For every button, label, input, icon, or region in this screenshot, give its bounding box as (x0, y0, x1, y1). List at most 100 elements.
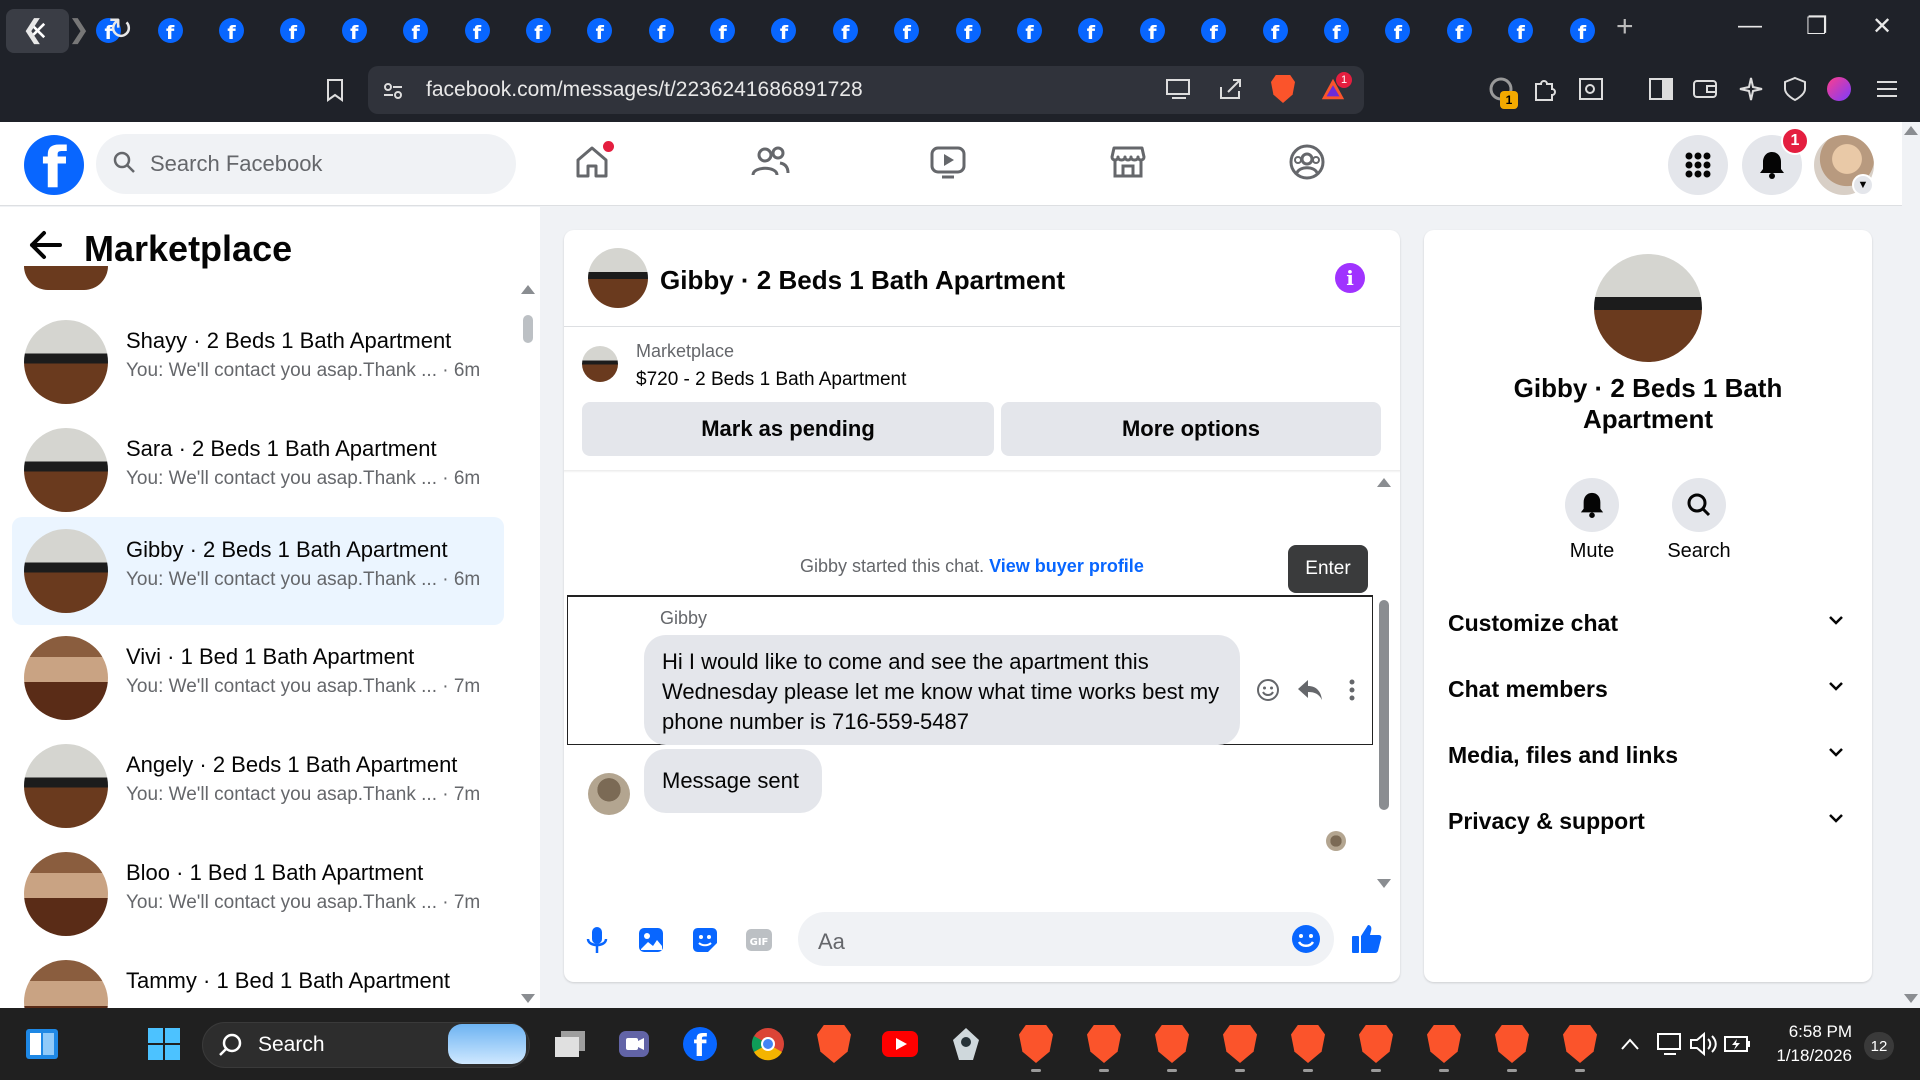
browser-tab[interactable]: f (692, 0, 753, 60)
microphone-icon[interactable] (582, 925, 612, 955)
forward-button[interactable]: ❯ (68, 14, 90, 45)
view-buyer-profile-link[interactable]: View buyer profile (989, 556, 1144, 576)
search-conversation-button[interactable] (1672, 478, 1726, 532)
extensions-puzzle-icon[interactable] (1532, 76, 1558, 102)
menu-grid-button[interactable] (1668, 135, 1728, 195)
share-icon[interactable] (1218, 76, 1244, 102)
message-bubble[interactable]: Hi I would like to come and see the apar… (644, 635, 1240, 745)
minimize-button[interactable]: — (1738, 12, 1762, 40)
chevron-down-icon[interactable]: ▼ (1852, 174, 1874, 196)
browser-tab[interactable]: f (139, 0, 200, 60)
scrollbar-thumb[interactable] (523, 315, 533, 343)
youtube-icon[interactable] (880, 1024, 920, 1064)
info-icon[interactable]: i (1335, 263, 1365, 293)
browser-tab[interactable]: f (631, 0, 692, 60)
browser-tab[interactable]: f (1244, 0, 1305, 60)
brave-window-icon[interactable] (1152, 1024, 1192, 1064)
brave-window-icon[interactable] (1356, 1024, 1396, 1064)
emoji-icon[interactable] (1290, 923, 1320, 953)
scroll-up-arrow[interactable] (521, 285, 535, 294)
browser-tab[interactable]: f (1429, 0, 1490, 60)
battery-icon[interactable] (1718, 1024, 1758, 1064)
brave-window-icon[interactable] (1084, 1024, 1124, 1064)
gif-icon[interactable]: GIF (744, 925, 774, 955)
browser-tab[interactable]: f (1122, 0, 1183, 60)
start-icon[interactable] (144, 1024, 184, 1064)
marketplace-icon[interactable] (1108, 142, 1148, 182)
facebook-app-icon[interactable]: f (680, 1024, 720, 1064)
scroll-down-arrow[interactable] (521, 994, 535, 1003)
chat-scroll-down-arrow[interactable] (1377, 879, 1391, 888)
chat-scrollbar-thumb[interactable] (1379, 600, 1389, 810)
browser-tab[interactable]: f (508, 0, 569, 60)
clock-date[interactable]: 1/18/2026 (1760, 1046, 1852, 1066)
brave-icon[interactable] (814, 1024, 854, 1064)
bookmark-icon[interactable] (322, 77, 348, 103)
conversation-item[interactable]: Angely · 2 Beds 1 Bath Apartment You: We'… (12, 732, 504, 840)
site-info-icon[interactable] (380, 78, 406, 104)
brave-window-icon[interactable] (1492, 1024, 1532, 1064)
task-view-icon[interactable] (550, 1024, 590, 1064)
conversation-item[interactable]: Sara · 2 Beds 1 Bath Apartment You: We'll… (12, 416, 504, 524)
browser-tab[interactable]: f (569, 0, 630, 60)
details-section-row[interactable]: Customize chat (1448, 604, 1848, 644)
browser-tab[interactable]: f (1183, 0, 1244, 60)
leo-ai-icon[interactable] (1738, 76, 1764, 102)
browser-tab[interactable]: f (876, 0, 937, 60)
brave-window-icon[interactable] (1560, 1024, 1600, 1064)
widgets-icon[interactable] (22, 1024, 62, 1064)
reply-icon[interactable] (1296, 676, 1324, 704)
new-tab-button[interactable]: + (1616, 10, 1634, 44)
browser-tab[interactable]: f (1306, 0, 1367, 60)
browser-tab[interactable]: f (262, 0, 323, 60)
browser-tab[interactable]: f (999, 0, 1060, 60)
brave-window-icon[interactable] (1220, 1024, 1260, 1064)
brave-window-icon[interactable] (1424, 1024, 1464, 1064)
video-icon[interactable] (928, 142, 968, 182)
browser-tab[interactable]: f (1060, 0, 1121, 60)
conversation-item[interactable]: Shayy · 2 Beds 1 Bath Apartment You: We'l… (12, 308, 504, 416)
sidebar-toggle-icon[interactable] (1648, 76, 1674, 102)
page-scroll-down-arrow[interactable] (1904, 994, 1918, 1003)
details-section-row[interactable]: Privacy & support (1448, 802, 1848, 842)
details-section-row[interactable]: Chat members (1448, 670, 1848, 710)
message-input[interactable] (798, 912, 1334, 966)
mark-as-pending-button[interactable]: Mark as pending (582, 402, 994, 456)
browser-tab[interactable]: f (753, 0, 814, 60)
brave-shields-icon[interactable] (1270, 75, 1296, 103)
reload-button[interactable]: ↻ (108, 12, 133, 47)
reader-mode-icon[interactable] (1578, 76, 1604, 102)
clock-time[interactable]: 6:58 PM (1770, 1022, 1852, 1042)
groups-icon[interactable] (1287, 142, 1327, 182)
close-window-button[interactable]: ✕ (1872, 12, 1892, 41)
chrome-icon[interactable] (748, 1024, 788, 1064)
page-scroll-up-arrow[interactable] (1904, 126, 1918, 135)
restore-button[interactable]: ❐ (1806, 12, 1828, 41)
browser-tab[interactable]: f (1490, 0, 1551, 60)
sender-avatar[interactable] (588, 773, 630, 815)
browser-tab[interactable]: f (385, 0, 446, 60)
conversation-item[interactable]: Vivi · 1 Bed 1 Bath Apartment You: We'll … (12, 624, 504, 732)
app-icon[interactable] (946, 1024, 986, 1064)
details-section-row[interactable]: Media, files and links (1448, 736, 1848, 776)
menu-icon[interactable] (1874, 76, 1900, 102)
facebook-logo[interactable]: f (24, 135, 84, 195)
mute-button[interactable] (1565, 478, 1619, 532)
conversation-item[interactable]: Bloo · 1 Bed 1 Bath Apartment You: We'll … (12, 840, 504, 948)
chat-avatar[interactable] (588, 248, 648, 308)
brave-window-icon[interactable] (1016, 1024, 1056, 1064)
browser-tab[interactable]: f (937, 0, 998, 60)
listing-thumbnail[interactable] (582, 346, 618, 382)
sticker-icon[interactable] (690, 925, 720, 955)
back-button[interactable]: ❮ (22, 14, 44, 45)
browser-tab[interactable]: f (201, 0, 262, 60)
notification-center-badge[interactable]: 12 (1864, 1032, 1894, 1060)
browser-tab[interactable]: f (324, 0, 385, 60)
browser-tab[interactable]: f (1551, 0, 1612, 60)
browser-profile-icon[interactable] (1826, 76, 1852, 102)
friends-icon[interactable] (750, 142, 790, 182)
vpn-shield-icon[interactable] (1782, 76, 1808, 102)
browser-tab[interactable]: f (1367, 0, 1428, 60)
emoji-react-icon[interactable] (1254, 676, 1282, 704)
photo-icon[interactable] (636, 925, 666, 955)
